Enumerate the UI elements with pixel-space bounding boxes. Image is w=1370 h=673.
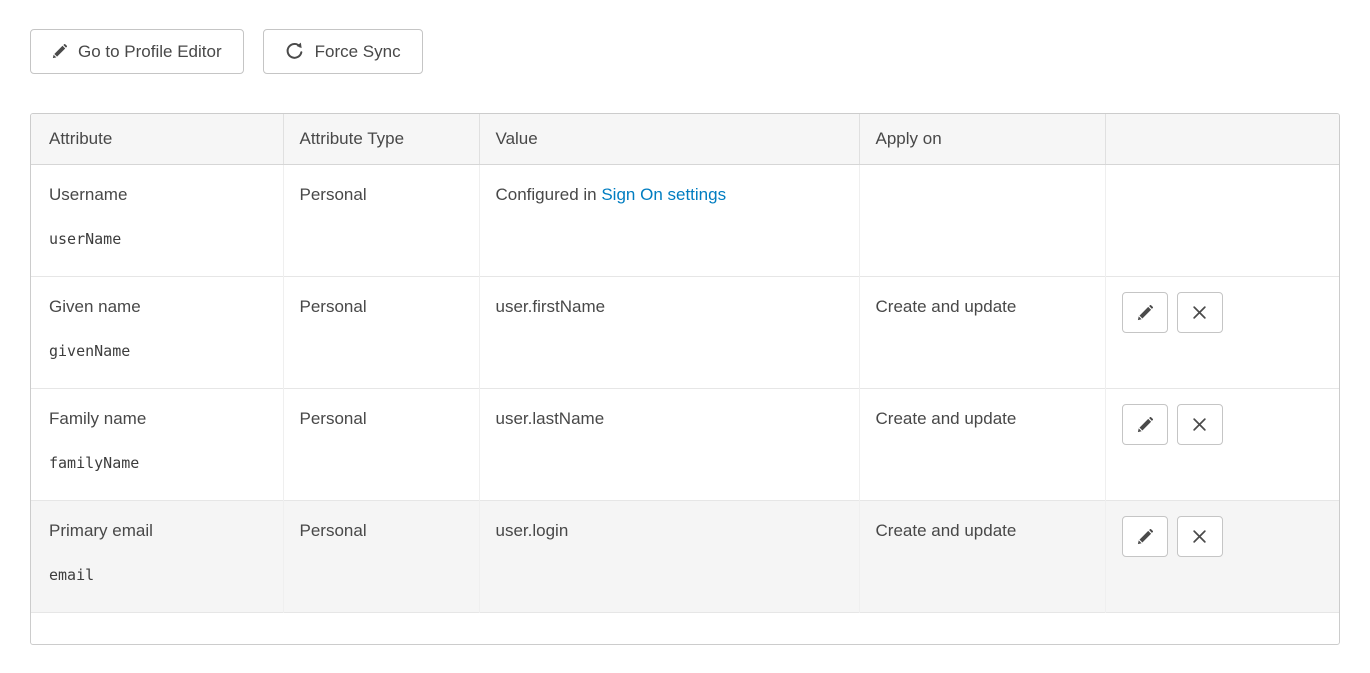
attribute-type-cell: Personal [283,277,479,389]
attribute-value-cell: user.firstName [479,277,859,389]
edit-attribute-button[interactable] [1122,404,1168,445]
pencil-icon [1137,529,1153,545]
pencil-icon [1137,305,1153,321]
partial-row [31,613,1340,635]
column-header-attribute: Attribute [31,114,283,165]
attribute-table-body: Username userName Personal Configured in… [31,165,1340,635]
attribute-cell: Given name givenName [31,277,283,389]
actions-cell [1105,165,1340,277]
attribute-variable-name: givenName [49,342,267,360]
attribute-cell: Username userName [31,165,283,277]
refresh-icon [285,42,304,61]
edit-attribute-button[interactable] [1122,516,1168,557]
attribute-cell: Primary email email [31,501,283,613]
table-row: Username userName Personal Configured in… [31,165,1340,277]
table-row: Family name familyName Personal user.las… [31,389,1340,501]
go-to-profile-editor-button[interactable]: Go to Profile Editor [30,29,244,74]
pencil-icon [1137,417,1153,433]
apply-on-cell: Create and update [859,389,1105,501]
delete-attribute-button[interactable] [1177,516,1223,557]
delete-attribute-button[interactable] [1177,404,1223,445]
force-sync-button[interactable]: Force Sync [263,29,423,74]
apply-on-cell: Create and update [859,501,1105,613]
apply-on-cell [859,165,1105,277]
attribute-label: Username [49,185,267,205]
table-header: Attribute Attribute Type Value Apply on [31,114,1340,165]
row-actions [1122,292,1326,333]
attribute-variable-name: email [49,566,267,584]
attribute-value-cell: user.lastName [479,389,859,501]
attribute-type-cell: Personal [283,389,479,501]
delete-attribute-button[interactable] [1177,292,1223,333]
actions-cell [1105,277,1340,389]
go-to-profile-editor-label: Go to Profile Editor [78,42,222,62]
force-sync-label: Force Sync [315,42,401,62]
toolbar: Go to Profile Editor Force Sync [30,29,1370,74]
column-header-actions [1105,114,1340,165]
attribute-label: Given name [49,297,267,317]
attribute-label: Primary email [49,521,267,541]
close-icon [1192,305,1207,320]
row-actions [1122,516,1326,557]
column-header-value: Value [479,114,859,165]
attribute-type-cell: Personal [283,501,479,613]
column-header-apply-on: Apply on [859,114,1105,165]
sign-on-settings-link[interactable]: Sign On settings [601,185,726,204]
attribute-cell: Family name familyName [31,389,283,501]
attribute-variable-name: familyName [49,454,267,472]
attribute-type-cell: Personal [283,165,479,277]
attribute-value-cell: Configured in Sign On settings [479,165,859,277]
attribute-label: Family name [49,409,267,429]
table-row: Primary email email Personal user.login … [31,501,1340,613]
actions-cell [1105,501,1340,613]
table-row: Given name givenName Personal user.first… [31,277,1340,389]
attribute-value-cell: user.login [479,501,859,613]
row-actions [1122,404,1326,445]
attribute-variable-name: userName [49,230,267,248]
column-header-attribute-type: Attribute Type [283,114,479,165]
actions-cell [1105,389,1340,501]
attribute-mappings-table: Attribute Attribute Type Value Apply on … [30,113,1340,645]
apply-on-cell: Create and update [859,277,1105,389]
close-icon [1192,417,1207,432]
close-icon [1192,529,1207,544]
attribute-mappings-page: Go to Profile Editor Force Sync [0,29,1370,645]
edit-attribute-button[interactable] [1122,292,1168,333]
pencil-icon [52,44,67,59]
